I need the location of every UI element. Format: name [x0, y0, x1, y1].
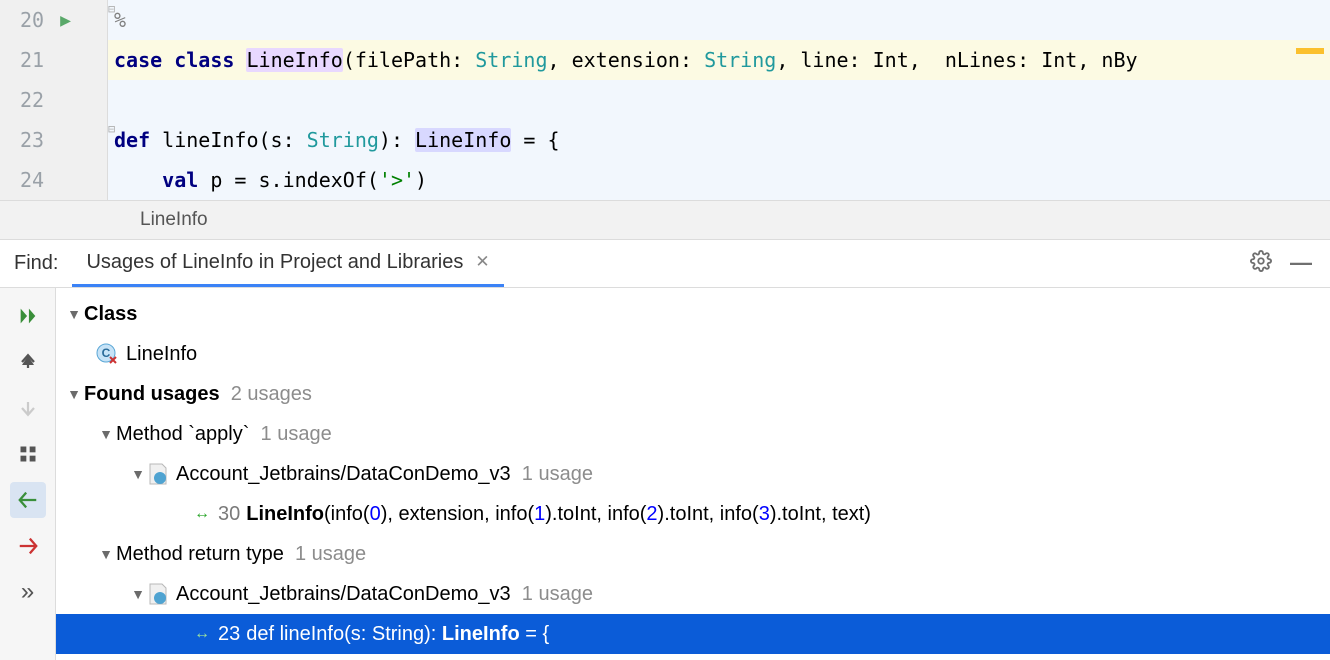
more-icon[interactable]: » — [10, 574, 46, 610]
code-line-24[interactable]: val p = s.indexOf('>') — [108, 160, 1330, 200]
find-panel: Find: Usages of LineInfo in Project and … — [0, 240, 1330, 660]
svg-text:C: C — [102, 346, 111, 360]
breadcrumb-item[interactable]: LineInfo — [140, 209, 208, 231]
breadcrumb-bar: LineInfo — [0, 200, 1330, 240]
tree-class-item[interactable]: C LineInfo — [56, 334, 1330, 374]
chevron-down-icon[interactable]: ▼ — [64, 386, 84, 402]
forward-icon[interactable] — [10, 528, 46, 564]
tree-project-apply[interactable]: ▼ Account_Jetbrains/DataConDemo_v3 1 usa… — [56, 454, 1330, 494]
gutter: 20 ▶ 21 22 23 24 — [0, 0, 108, 200]
chevron-down-icon[interactable]: ▼ — [96, 546, 116, 562]
identifier-definition: LineInfo — [246, 48, 342, 72]
tree-label: Method return type — [116, 543, 284, 566]
usage-arrow-icon: ↔ — [194, 625, 210, 643]
type: String — [704, 48, 776, 72]
code-text: , line: Int, nLines: Int, nBy — [776, 48, 1137, 72]
usage-count: 1 usage — [522, 583, 593, 606]
tree-method-return[interactable]: ▼ Method return type 1 usage — [56, 534, 1330, 574]
back-icon[interactable] — [10, 482, 46, 518]
code-line-23[interactable]: ⊟ def lineInfo(s: String): LineInfo = { — [108, 120, 1330, 160]
code-text: = { — [511, 128, 559, 152]
usage-count: 1 usage — [261, 423, 332, 446]
type: String — [475, 48, 547, 72]
usage-code: LineInfo(info(0), extension, info(1).toI… — [246, 503, 871, 526]
chevron-down-icon[interactable]: ▼ — [64, 306, 84, 322]
find-tab-title: Usages of LineInfo in Project and Librar… — [86, 251, 463, 274]
line-number: 23 — [20, 128, 44, 152]
code-text: lineInfo(s: — [150, 128, 307, 152]
code-text: (filePath: — [343, 48, 475, 72]
next-occurrence-icon[interactable] — [10, 390, 46, 426]
gear-icon[interactable] — [1250, 250, 1272, 278]
usages-tree[interactable]: ▼ Class C LineInfo ▼ Found usages 2 usag… — [56, 288, 1330, 660]
tree-usage-apply[interactable]: ↔ 30 LineInfo(info(0), extension, info(1… — [56, 494, 1330, 534]
chevron-down-icon[interactable]: ▼ — [128, 466, 148, 482]
line-number: 21 — [20, 48, 44, 72]
line-number: 24 — [20, 168, 44, 192]
code-line-22[interactable] — [108, 80, 1330, 120]
tree-project-return[interactable]: ▼ Account_Jetbrains/DataConDemo_v3 1 usa… — [56, 574, 1330, 614]
notebook-file-icon — [148, 463, 168, 485]
code-editor[interactable]: ⊟ % case class LineInfo(filePath: String… — [108, 0, 1330, 200]
usage-count: 1 usage — [522, 463, 593, 486]
gutter-line-24[interactable]: 24 — [0, 160, 107, 200]
usage-lineno: 30 — [218, 503, 240, 526]
tree-label: Class — [84, 303, 137, 326]
tree-found-usages[interactable]: ▼ Found usages 2 usages — [56, 374, 1330, 414]
gutter-line-21[interactable]: 21 — [0, 40, 107, 80]
find-tab-usages[interactable]: Usages of LineInfo in Project and Librar… — [72, 240, 503, 287]
tree-project-label: Account_Jetbrains/DataConDemo_v3 — [176, 583, 511, 606]
char-literal: '>' — [379, 168, 415, 192]
usage-lineno: 23 — [218, 623, 240, 646]
editor-area: 20 ▶ 21 22 23 24 ⊟ % case class LineInfo… — [0, 0, 1330, 200]
find-header-actions: — — [1250, 250, 1330, 278]
usage-arrow-icon: ↔ — [194, 505, 210, 523]
code-text: % — [114, 8, 126, 32]
find-toolbar: » — [0, 288, 56, 660]
code-line-21[interactable]: case class LineInfo(filePath: String, ex… — [108, 40, 1330, 80]
find-header: Find: Usages of LineInfo in Project and … — [0, 240, 1330, 288]
gutter-line-23[interactable]: 23 — [0, 120, 107, 160]
identifier-usage: LineInfo — [415, 128, 511, 152]
line-number: 20 — [20, 8, 44, 32]
notebook-file-icon — [148, 583, 168, 605]
minimize-icon[interactable]: — — [1290, 250, 1312, 278]
prev-occurrence-icon[interactable] — [10, 344, 46, 380]
code-line-20[interactable]: ⊟ % — [108, 0, 1330, 40]
chevron-down-icon[interactable]: ▼ — [96, 426, 116, 442]
class-icon: C — [96, 343, 118, 365]
fold-marker-icon[interactable]: ⊟ — [108, 2, 115, 16]
keyword: val — [162, 168, 198, 192]
line-number: 22 — [20, 88, 44, 112]
find-body: » ▼ Class C LineInfo ▼ Found usages 2 us… — [0, 288, 1330, 660]
group-by-icon[interactable] — [10, 436, 46, 472]
tree-label: Found usages — [84, 383, 220, 406]
code-text: p = s.indexOf( — [198, 168, 379, 192]
rerun-icon[interactable] — [10, 298, 46, 334]
gutter-line-20[interactable]: 20 ▶ — [0, 0, 107, 40]
tree-method-apply[interactable]: ▼ Method `apply` 1 usage — [56, 414, 1330, 454]
code-text: ): — [379, 128, 415, 152]
keyword: def — [114, 128, 150, 152]
code-text: ) — [415, 168, 427, 192]
close-icon[interactable]: ✕ — [475, 252, 489, 272]
usage-count: 2 usages — [231, 383, 312, 406]
usage-code: def lineInfo(s: String): LineInfo = { — [246, 623, 549, 646]
usage-count: 1 usage — [295, 543, 366, 566]
run-icon[interactable]: ▶ — [60, 10, 71, 31]
tree-usage-return-selected[interactable]: ↔ 23 def lineInfo(s: String): LineInfo =… — [56, 614, 1330, 654]
fold-marker-icon[interactable]: ⊟ — [108, 122, 115, 136]
tree-label: Method `apply` — [116, 423, 249, 446]
tree-class-header[interactable]: ▼ Class — [56, 294, 1330, 334]
keyword: class — [174, 48, 234, 72]
type: String — [307, 128, 379, 152]
tree-class-name: LineInfo — [126, 343, 197, 366]
chevron-down-icon[interactable]: ▼ — [128, 586, 148, 602]
keyword: case — [114, 48, 162, 72]
warning-stripe[interactable] — [1296, 48, 1324, 54]
find-label: Find: — [0, 252, 72, 275]
tree-project-label: Account_Jetbrains/DataConDemo_v3 — [176, 463, 511, 486]
gutter-line-22[interactable]: 22 — [0, 80, 107, 120]
code-text: , extension: — [548, 48, 705, 72]
